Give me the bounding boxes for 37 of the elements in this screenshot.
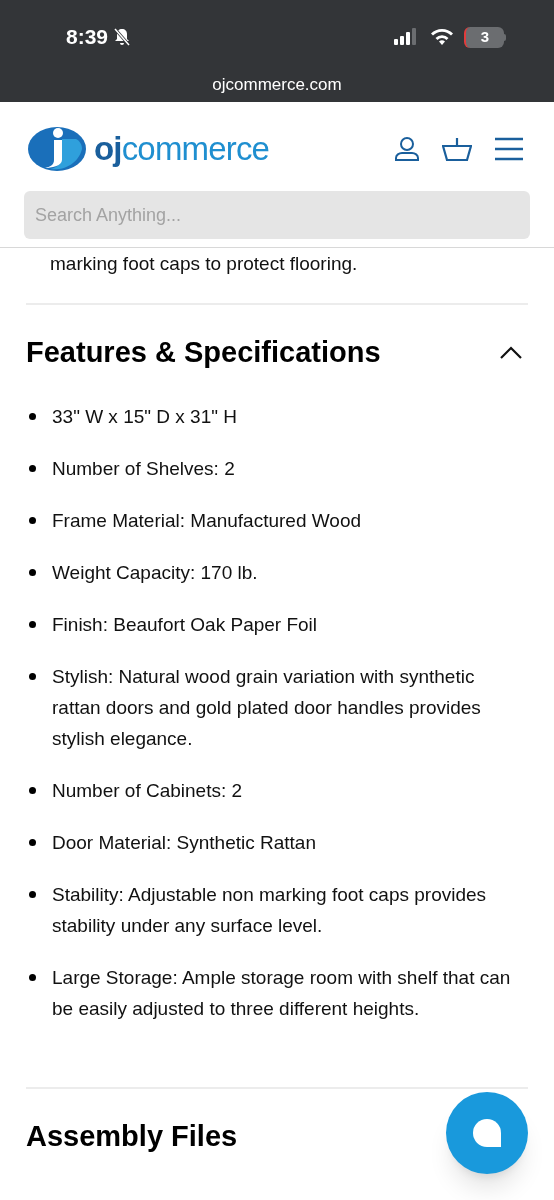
spec-text: 33" W x 15" D x 31" H [52,405,237,429]
spec-text: Weight Capacity: 170 lb. [52,561,258,585]
wifi-icon [430,28,454,46]
bullet-icon [29,673,36,680]
spec-text: Finish: Beaufort Oak Paper Foil [52,613,318,637]
bullet-icon [29,974,36,981]
section-heading: Features & Specifications [26,335,381,371]
bullet-icon [29,517,36,524]
bullet-icon [29,569,36,576]
battery-icon: 3 [464,26,504,48]
menu-icon[interactable] [494,137,524,161]
bullet-icon [29,465,36,472]
basket-icon[interactable] [442,136,472,162]
spec-text: Frame Material: Manufactured Wood [52,509,362,533]
spec-text: Number of Shelves: 2 [52,457,235,481]
section-heading: Assembly Files [26,1119,238,1155]
logo-mark-icon [28,125,86,173]
spec-text: Stylish: Natural wood grain variation with synthetic rattan doors and gold plated door handles provides stylish elegance. [52,665,482,751]
spec-text: Large Storage: Ample storage room with shelf that can be easily adjusted to three different heights. [52,966,512,1021]
search-field[interactable]: Search Anything... [24,191,530,239]
logo[interactable]: ojcommerce [28,124,270,174]
user-icon[interactable] [394,136,420,162]
spec-text: Stability: Adjustable non marking foot caps provides stability under any surface level. [52,883,488,938]
bullet-icon [29,891,36,898]
bullet-icon [29,787,36,794]
spec-text: Number of Cabinets: 2 [52,779,243,803]
chat-button[interactable] [446,1092,528,1174]
bullet-icon [29,621,36,628]
chevron-up-icon[interactable] [500,346,522,360]
clock: 8:39 [66,24,109,51]
spec-text: Door Material: Synthetic Rattan [52,831,316,855]
description-text: marking foot caps to protect flooring. [49,252,359,276]
bullet-icon [29,839,36,846]
bullet-icon [29,413,36,420]
address-bar-url[interactable]: ojcommerce.com [212,72,342,98]
bell-slash-icon [112,27,133,47]
chat-bubble-icon [471,1117,503,1149]
